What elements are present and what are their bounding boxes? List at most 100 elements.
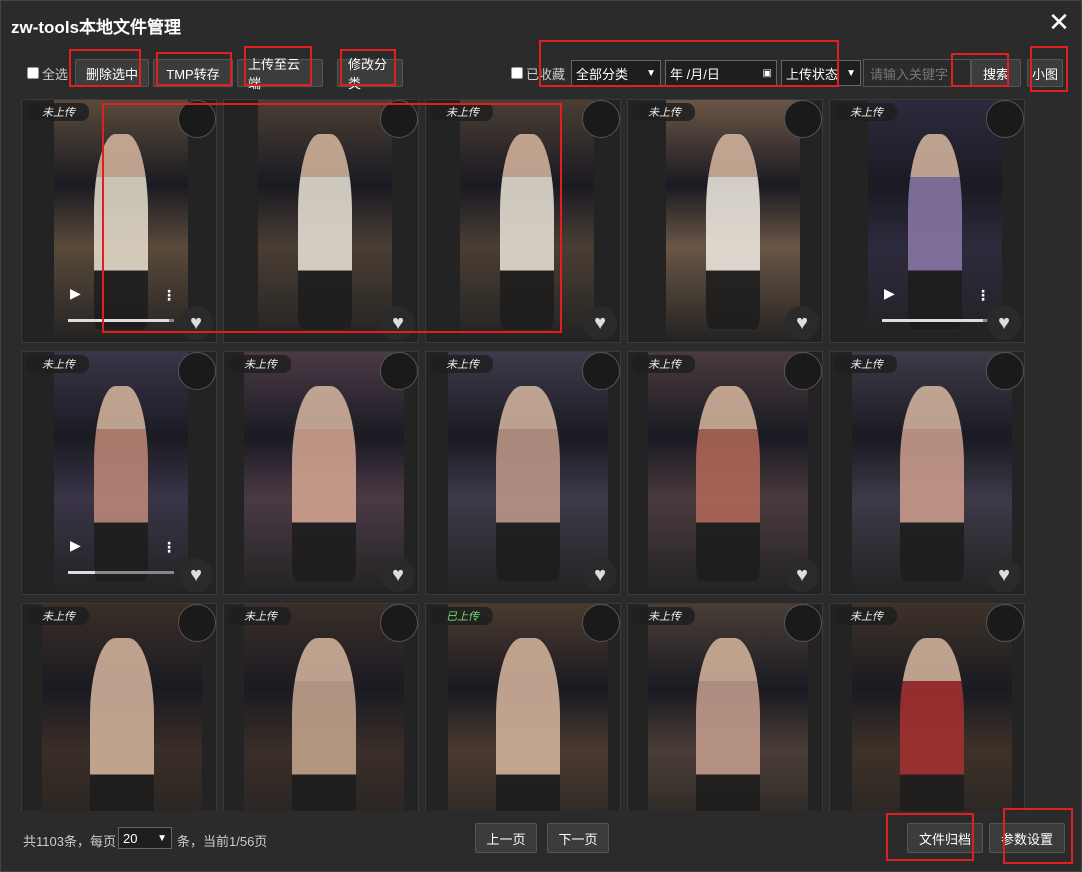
select-circle-icon[interactable] — [178, 604, 216, 642]
media-thumbnail[interactable] — [258, 100, 392, 342]
select-circle-icon[interactable] — [380, 352, 418, 390]
media-thumbnail[interactable] — [460, 100, 594, 342]
photo-figure — [696, 386, 760, 582]
media-card[interactable]: 未上传 ♥ — [425, 99, 621, 343]
favorite-heart-icon[interactable]: ♥ — [179, 558, 213, 592]
select-circle-icon[interactable] — [582, 100, 620, 138]
media-card[interactable]: 已上传♥ — [425, 603, 621, 811]
toolbar: 全选 删除选中 TMP转存 上传至云端 修改分类 已收藏 全部分类 ▼ 年 /月… — [15, 57, 1073, 91]
checkbox-icon[interactable] — [511, 67, 523, 79]
media-thumbnail[interactable] — [244, 604, 404, 811]
video-progress-fill — [68, 571, 95, 574]
search-button[interactable]: 搜索 — [971, 59, 1021, 87]
media-thumbnail[interactable] — [666, 100, 800, 342]
checkbox-icon[interactable] — [27, 67, 39, 79]
media-card[interactable]: 未上传♥ — [627, 603, 823, 811]
media-thumbnail[interactable] — [648, 352, 808, 594]
media-card[interactable]: 未上传 ♥ — [627, 99, 823, 343]
play-icon[interactable]: ▶ — [884, 285, 895, 302]
media-thumbnail[interactable] — [448, 604, 608, 811]
summary-prefix: 共1103条，每页 — [23, 834, 116, 849]
photo-figure — [900, 386, 964, 582]
media-card[interactable]: 未上传 ▶ ⋮ ♥ — [21, 351, 217, 595]
keyword-input[interactable]: 请输入关键字 — [863, 59, 971, 87]
page-size-select[interactable]: 20 ▼ — [118, 827, 172, 849]
favorite-heart-icon[interactable]: ♥ — [381, 558, 415, 592]
favorite-heart-icon[interactable]: ♥ — [583, 306, 617, 340]
calendar-icon[interactable]: ▣ — [763, 68, 772, 79]
upload-status-badge: 未上传 — [430, 103, 493, 121]
play-icon[interactable]: ▶ — [70, 285, 81, 302]
favorite-heart-icon[interactable]: ♥ — [987, 306, 1021, 340]
archive-button[interactable]: 文件归档 — [907, 823, 983, 853]
photo-figure — [496, 638, 560, 811]
media-card[interactable]: 未上传♥ — [223, 603, 419, 811]
more-options-icon[interactable]: ⋮ — [976, 287, 990, 304]
video-progress-bar[interactable] — [68, 319, 174, 322]
footer: 共1103条，每页 20 ▼ 条，当前1/56页 上一页 下一页 文件归档 参数… — [1, 813, 1081, 871]
favorite-heart-icon[interactable]: ♥ — [381, 306, 415, 340]
modify-category-button[interactable]: 修改分类 — [337, 57, 403, 91]
media-card[interactable]: 未上传♥ — [829, 351, 1025, 595]
favorite-heart-icon[interactable]: ♥ — [179, 306, 213, 340]
media-thumbnail[interactable] — [448, 352, 608, 594]
media-card[interactable]: 未上传♥ — [627, 351, 823, 595]
small-view-button[interactable]: 小图 — [1027, 59, 1063, 87]
media-thumbnail[interactable] — [42, 604, 202, 811]
upload-status-select[interactable]: 上传状态 ▼ — [781, 60, 861, 86]
favorite-heart-icon[interactable]: ♥ — [785, 306, 819, 340]
select-circle-icon[interactable] — [986, 604, 1024, 642]
select-circle-icon[interactable] — [582, 352, 620, 390]
select-circle-icon[interactable] — [784, 100, 822, 138]
media-thumbnail[interactable] — [852, 604, 1012, 811]
select-circle-icon[interactable] — [178, 352, 216, 390]
media-card[interactable]: 未上传 ▶ ⋮ ♥ — [21, 99, 217, 343]
video-progress-bar[interactable] — [882, 319, 988, 322]
media-thumbnail[interactable] — [868, 100, 1002, 342]
category-select[interactable]: 全部分类 ▼ — [571, 60, 661, 86]
tmp-save-button[interactable]: TMP转存 — [153, 59, 233, 87]
select-circle-icon[interactable] — [380, 100, 418, 138]
upload-status-badge: 未上传 — [834, 607, 897, 625]
select-circle-icon[interactable] — [178, 100, 216, 138]
upload-status-badge: 未上传 — [26, 607, 89, 625]
favorite-heart-icon[interactable]: ♥ — [987, 558, 1021, 592]
favorite-checkbox[interactable]: 已收藏 — [511, 59, 565, 87]
photo-figure — [496, 386, 560, 582]
media-thumbnail[interactable] — [244, 352, 404, 594]
more-options-icon[interactable]: ⋮ — [162, 287, 176, 304]
media-card[interactable]: 未上传♥ — [425, 351, 621, 595]
prev-page-button[interactable]: 上一页 — [475, 823, 537, 853]
play-icon[interactable]: ▶ — [70, 537, 81, 554]
settings-button[interactable]: 参数设置 — [989, 823, 1065, 853]
favorite-heart-icon[interactable]: ♥ — [583, 558, 617, 592]
media-thumbnail[interactable] — [852, 352, 1012, 594]
summary-suffix: 条，当前1/56页 — [177, 834, 268, 849]
date-placeholder: 年 /月/日 — [670, 66, 720, 82]
delete-selected-button[interactable]: 删除选中 — [75, 59, 149, 87]
next-page-button[interactable]: 下一页 — [547, 823, 609, 853]
media-thumbnail[interactable] — [54, 352, 188, 594]
select-all-checkbox[interactable]: 全选 — [27, 59, 68, 87]
video-progress-fill — [882, 319, 983, 322]
select-circle-icon[interactable] — [582, 604, 620, 642]
media-thumbnail[interactable] — [54, 100, 188, 342]
more-options-icon[interactable]: ⋮ — [162, 539, 176, 556]
select-circle-icon[interactable] — [784, 352, 822, 390]
media-thumbnail[interactable] — [648, 604, 808, 811]
select-circle-icon[interactable] — [784, 604, 822, 642]
media-card[interactable]: 未上传♥ — [223, 351, 419, 595]
video-progress-bar[interactable] — [68, 571, 174, 574]
media-card[interactable]: 未上传 ▶ ⋮ ♥ — [829, 99, 1025, 343]
upload-cloud-button[interactable]: 上传至云端 — [237, 57, 323, 91]
select-circle-icon[interactable] — [986, 100, 1024, 138]
close-icon[interactable]: ✕ — [1047, 9, 1071, 35]
media-card[interactable]: 未上传♥ — [21, 603, 217, 811]
favorite-heart-icon[interactable]: ♥ — [785, 558, 819, 592]
select-circle-icon[interactable] — [986, 352, 1024, 390]
upload-status-badge: 未上传 — [632, 103, 695, 121]
media-card[interactable]: 未上传♥ — [829, 603, 1025, 811]
date-input[interactable]: 年 /月/日 ▣ — [665, 60, 777, 86]
media-card[interactable]: ♥ — [223, 99, 419, 343]
select-circle-icon[interactable] — [380, 604, 418, 642]
